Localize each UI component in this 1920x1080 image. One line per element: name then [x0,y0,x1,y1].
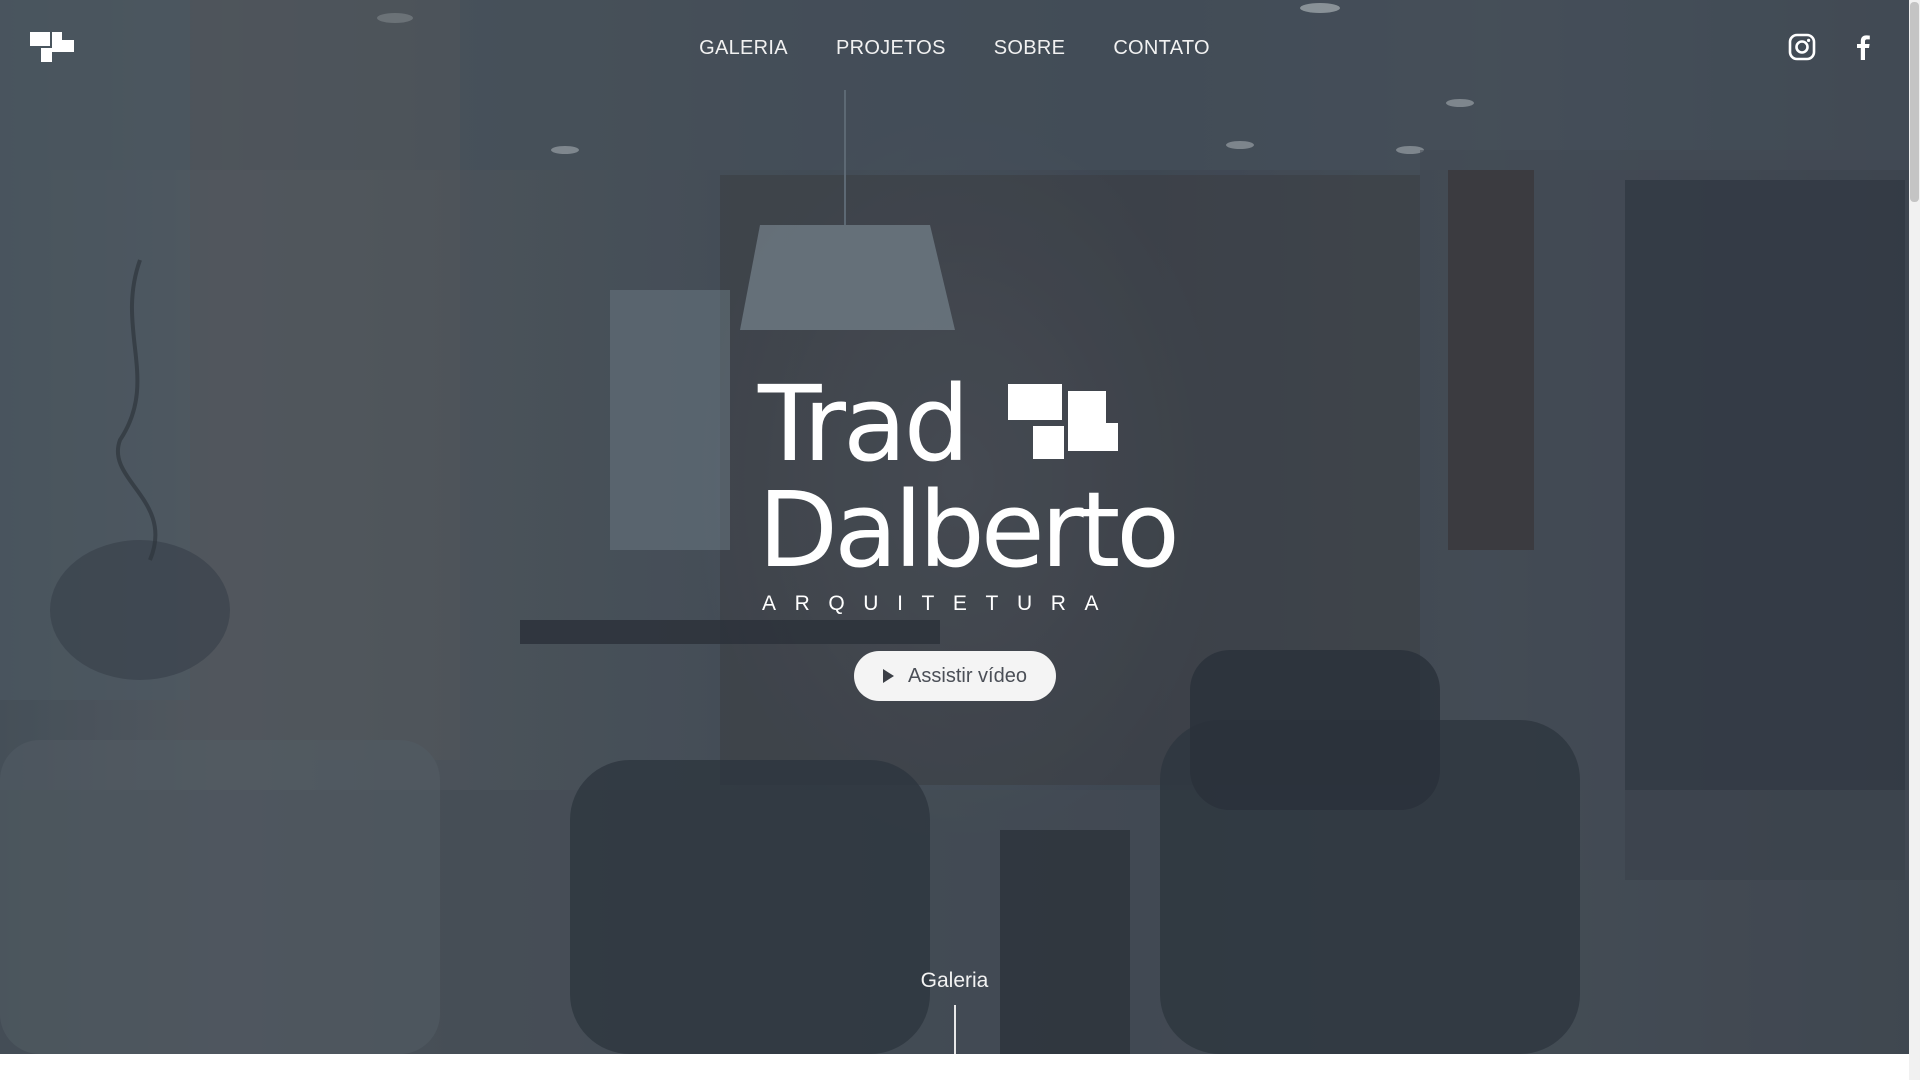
nav-item-galeria[interactable]: GALERIA [699,36,788,60]
page-scrollbar-thumb[interactable] [1910,2,1919,202]
watch-video-label: Assistir vídeo [908,664,1027,687]
watch-video-button[interactable]: Assistir vídeo [854,651,1056,701]
hero-section: GALERIA PROJETOS SOBRE CONTATO Trad Dalb… [0,0,1909,1054]
nav-item-sobre[interactable]: SOBRE [994,36,1066,60]
logo-blocks-icon [1008,384,1118,459]
nav-item-projetos[interactable]: PROJETOS [836,36,946,60]
scroll-to-gallery-link[interactable]: Galeria [0,969,1909,993]
logo-name-line1: Trad [758,363,970,485]
company-logo: Trad Dalberto ARQUITETURA [758,363,1180,622]
facebook-icon[interactable] [1848,32,1878,62]
nav-item-contato[interactable]: CONTATO [1113,36,1210,60]
logo-name-line2: Dalberto [758,469,1180,591]
instagram-icon[interactable] [1787,32,1817,62]
scroll-indicator-line [954,1005,956,1054]
play-icon [883,669,895,683]
logo-subtitle: ARQUITETURA [762,592,1118,615]
main-navigation: GALERIA PROJETOS SOBRE CONTATO [0,36,1909,60]
